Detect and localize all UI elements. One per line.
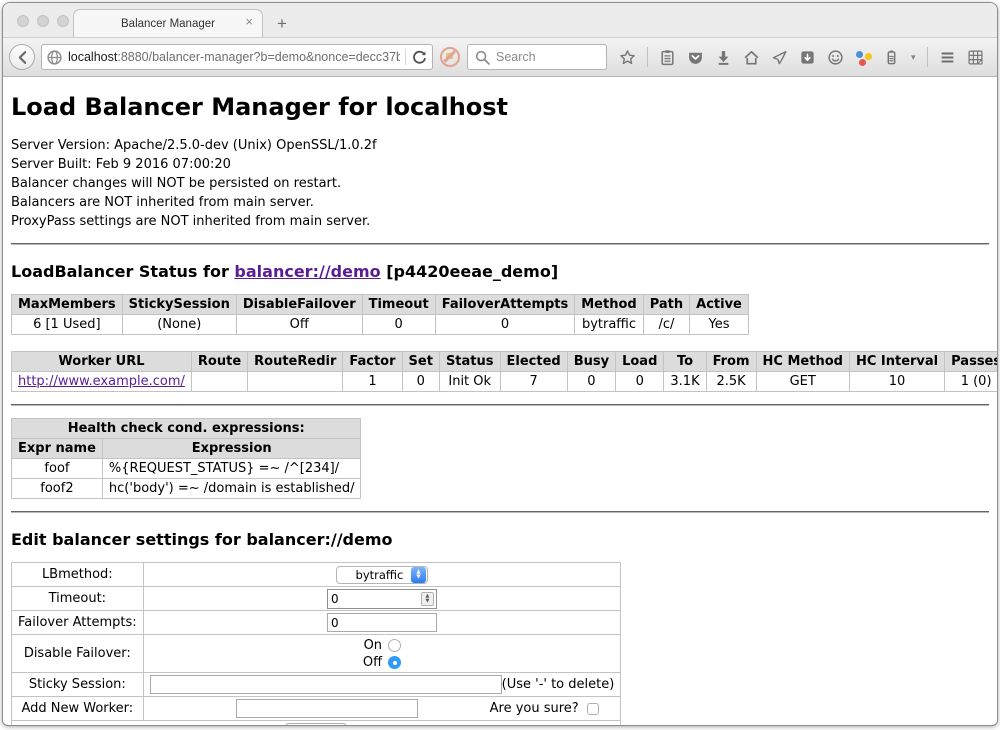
close-window-button[interactable] (17, 15, 29, 27)
radio-off-label: Off (363, 655, 382, 670)
submit-button[interactable]: Submit (285, 723, 348, 726)
search-bar[interactable] (467, 44, 607, 70)
table-row: 6 [1 Used] (None) Off 0 0 bytraffic /c/ … (12, 315, 749, 335)
back-button[interactable] (9, 44, 35, 70)
disable-failover-on-radio[interactable] (388, 639, 401, 652)
lbmethod-select[interactable]: bytraffic ▲▼ (336, 566, 428, 584)
home-icon[interactable] (743, 49, 760, 66)
navigation-toolbar: localhost:8880/balancer-manager?b=demo&n… (3, 37, 997, 77)
timeout-input-wrap: ▲▼ (327, 589, 437, 609)
timeout-label: Timeout: (12, 587, 144, 611)
table-row: foof %{REQUEST_STATUS} =~ /^[234]/ (12, 459, 361, 479)
divider (11, 404, 989, 406)
search-icon (474, 49, 491, 66)
toolbar-buttons: ▾ (619, 47, 984, 67)
tab-close-icon[interactable]: × (245, 15, 253, 28)
overflow-caret-icon[interactable]: ▾ (911, 52, 916, 63)
divider (11, 243, 989, 245)
select-stepper-icon: ▲▼ (411, 567, 426, 583)
globe-icon (46, 49, 63, 66)
downloads-icon[interactable] (715, 49, 732, 66)
url-bar[interactable]: localhost:8880/balancer-manager?b=demo&n… (41, 44, 433, 70)
url-path: :8880/balancer-manager?b=demo&nonce=decc… (117, 50, 400, 64)
server-version: Server Version: Apache/2.5.0-dev (Unix) … (11, 136, 989, 155)
health-check-table: Health check cond. expressions: Expr nam… (11, 418, 361, 499)
minimize-window-button[interactable] (37, 15, 49, 27)
disable-failover-row: Disable Failover: On Off (12, 635, 621, 673)
url-text[interactable]: localhost:8880/balancer-manager?b=demo&n… (68, 50, 400, 64)
url-divider (405, 49, 406, 65)
save-to-device-icon[interactable] (799, 49, 816, 66)
url-domain: localhost (68, 50, 117, 64)
edit-settings-heading: Edit balancer settings for balancer://de… (11, 530, 989, 549)
table-header-row: Expr name Expression (12, 439, 361, 459)
server-info: Server Version: Apache/2.5.0-dev (Unix) … (11, 136, 989, 231)
send-plane-icon[interactable] (771, 49, 788, 66)
radio-on-label: On (364, 638, 382, 653)
timeout-row: Timeout: ▲▼ (12, 587, 621, 611)
number-spinner-icon[interactable]: ▲▼ (421, 592, 434, 606)
failover-attempts-row: Failover Attempts: (12, 611, 621, 635)
table-title-row: Health check cond. expressions: (12, 419, 361, 439)
confirm-label: Are you sure? (490, 701, 579, 716)
failover-attempts-input[interactable] (327, 613, 437, 632)
back-arrow-icon (14, 49, 31, 66)
inherit-note: Balancers are NOT inherited from main se… (11, 193, 989, 212)
browser-window: Balancer Manager × + localhost:8880/bala… (2, 2, 998, 726)
proxypass-note: ProxyPass settings are NOT inherited fro… (11, 212, 989, 231)
window-controls[interactable] (17, 15, 69, 27)
battery-extension-icon[interactable] (883, 49, 900, 66)
server-built: Server Built: Feb 9 2016 07:00:20 (11, 155, 989, 174)
add-worker-label: Add New Worker: (12, 697, 144, 721)
menu-hamburger-icon[interactable] (939, 49, 956, 66)
table-header-row: Worker URL Route RouteRedir Factor Set S… (12, 352, 998, 372)
zoom-window-button[interactable] (57, 15, 69, 27)
tab-balancer-manager[interactable]: Balancer Manager × (73, 9, 263, 37)
timeout-input[interactable] (328, 592, 421, 606)
divider (11, 511, 989, 513)
balancer-status-table: MaxMembers StickySession DisableFailover… (11, 294, 749, 335)
bookmark-star-icon[interactable] (619, 49, 636, 66)
lbmethod-row: LBmethod: bytraffic ▲▼ (12, 563, 621, 587)
pocket-icon[interactable] (687, 49, 704, 66)
disable-failover-off-radio[interactable] (388, 656, 401, 669)
edit-settings-form: LBmethod: bytraffic ▲▼ Timeout: (11, 562, 621, 725)
reading-list-icon[interactable] (659, 49, 676, 66)
feedback-smiley-icon[interactable] (827, 49, 844, 66)
persist-note: Balancer changes will NOT be persisted o… (11, 174, 989, 193)
page-title: Load Balancer Manager for localhost (11, 93, 989, 121)
disable-failover-label: Disable Failover: (12, 635, 144, 673)
extension-dots-icon[interactable] (855, 49, 872, 66)
tab-bar: Balancer Manager × + (3, 3, 997, 37)
sticky-session-label: Sticky Session: (12, 673, 144, 697)
table-header-row: MaxMembers StickySession DisableFailover… (12, 295, 749, 315)
add-worker-input[interactable] (236, 699, 418, 718)
table-row: http://www.example.com/ 1 0 Init Ok 7 0 … (12, 372, 998, 392)
sticky-session-row: Sticky Session: (Use '-' to delete) (12, 673, 621, 697)
balancer-link[interactable]: balancer://demo (234, 262, 380, 281)
page-content: Load Balancer Manager for localhost Serv… (3, 77, 997, 725)
search-input[interactable] (496, 50, 596, 64)
grid-extension-icon[interactable] (967, 49, 984, 66)
sticky-session-note: (Use '-' to delete) (502, 677, 615, 692)
lbmethod-label: LBmethod: (12, 563, 144, 587)
tab-title: Balancer Manager (121, 18, 215, 30)
submit-row: Submit (12, 721, 621, 726)
add-worker-row: Add New Worker: Are you sure? (12, 697, 621, 721)
toolbar-separator (647, 47, 648, 67)
failover-attempts-label: Failover Attempts: (12, 611, 144, 635)
worker-url-link[interactable]: http://www.example.com/ (18, 374, 185, 389)
sticky-session-input[interactable] (150, 675, 502, 694)
worker-table: Worker URL Route RouteRedir Factor Set S… (11, 351, 997, 392)
confirm-checkbox[interactable] (587, 703, 599, 715)
new-tab-button[interactable]: + (277, 15, 287, 32)
table-row: foof2 hc('body') =~ /domain is establish… (12, 479, 361, 499)
blocked-content-icon[interactable] (439, 46, 461, 68)
toolbar-separator-2 (927, 47, 928, 67)
reload-icon[interactable] (411, 49, 428, 66)
status-heading: LoadBalancer Status for balancer://demo … (11, 262, 989, 281)
